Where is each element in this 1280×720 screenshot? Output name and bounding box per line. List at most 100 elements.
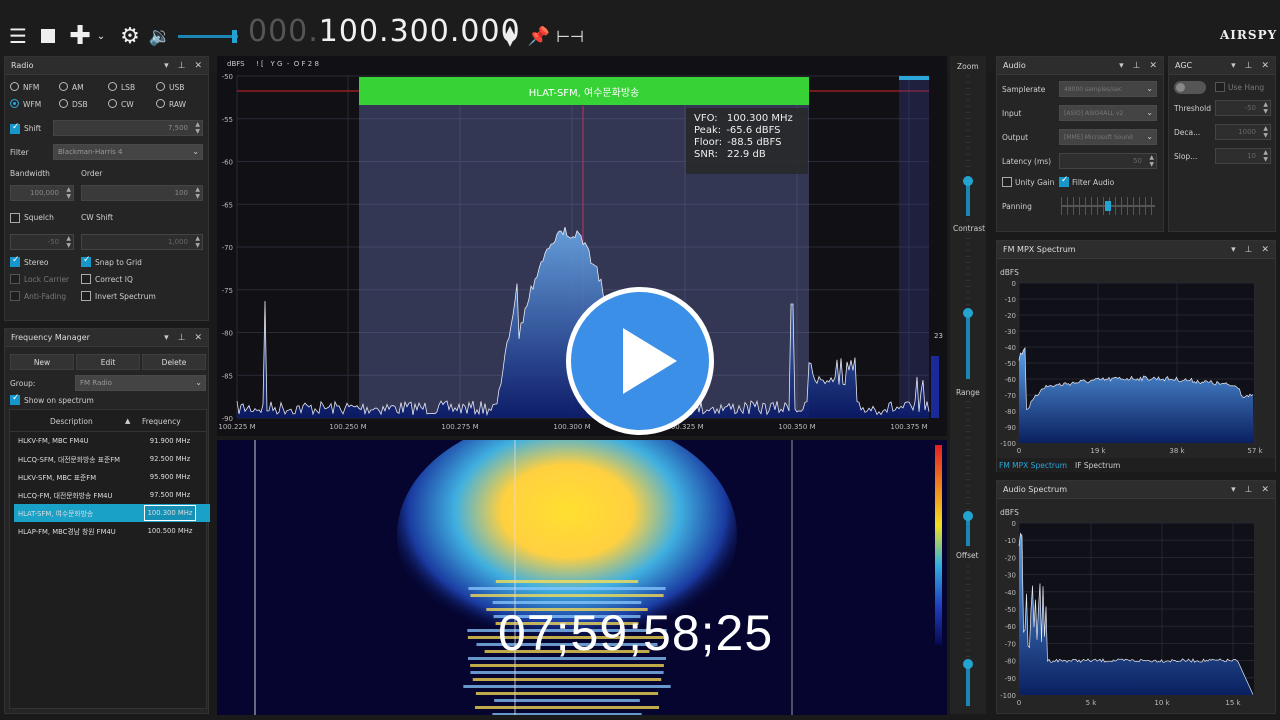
unity-gain-checkbox[interactable] — [1002, 177, 1012, 187]
spin-arrows-icon[interactable]: ▲ ▼ — [195, 235, 200, 249]
delete-button[interactable]: Delete — [142, 354, 206, 370]
lock-carrier-checkbox[interactable] — [10, 274, 20, 284]
snap-to-grid-checkbox[interactable] — [81, 255, 91, 267]
close-icon[interactable]: ✕ — [1149, 61, 1157, 71]
frequency-list-header: Description ▲ Frequency — [10, 410, 206, 432]
stereo-checkbox[interactable] — [10, 255, 20, 267]
mode-radio-wfm[interactable] — [10, 99, 19, 108]
frequency-list-row[interactable]: HLKV-FM, MBC FM4U 91.900 MHz — [14, 432, 210, 450]
filter-select[interactable]: Blackman-Harris 4 ⌄ — [53, 144, 203, 160]
mode-radio-usb[interactable] — [156, 82, 165, 91]
spin-arrows-icon[interactable]: ▲ ▼ — [1263, 101, 1268, 115]
fm-mpx-plot[interactable]: 0-10-20-30-40-50-60-70-80-90-1000 19 k 38 … — [997, 261, 1275, 457]
frequency-list-row[interactable]: HLCQ-SFM, 대전문화방송 표준FM 92.500 MHz — [14, 450, 210, 468]
span-width-icon[interactable]: ⊢⊣ — [556, 22, 584, 50]
output-select[interactable]: [MME] Microsoft Sound ⌄ — [1059, 129, 1157, 145]
pin-icon[interactable]: ⊥ — [178, 61, 186, 71]
pin-icon[interactable]: ⊥ — [1245, 245, 1253, 255]
correct-iq-checkbox[interactable] — [81, 274, 91, 284]
anti-fading-checkbox[interactable] — [10, 291, 20, 301]
chevron-down-icon[interactable]: ⌄ — [91, 22, 111, 50]
mode-radio-nfm[interactable] — [10, 82, 19, 91]
show-on-spectrum-checkbox[interactable] — [10, 393, 20, 405]
samplerate-select[interactable]: 48000 samples/sec ⌄ — [1059, 81, 1157, 97]
waterfall-view[interactable] — [217, 440, 947, 715]
frequency-list-row[interactable]: HLAP-FM, MBC경남 창원 FM4U 100.500 MHz — [14, 522, 210, 540]
shift-input[interactable]: 7,500 ▲ ▼ — [53, 120, 203, 136]
collapse-icon[interactable]: ▾ — [1231, 245, 1236, 255]
volume-slider-knob[interactable] — [232, 30, 237, 43]
collapse-icon[interactable]: ▾ — [1231, 61, 1236, 71]
spin-arrows-icon[interactable]: ▲ ▼ — [1263, 149, 1268, 163]
close-icon[interactable]: ✕ — [194, 333, 202, 343]
slope-input[interactable]: 10 ▲ ▼ — [1215, 148, 1271, 164]
mode-radio-am[interactable] — [59, 82, 68, 91]
audio-spectrum-plot[interactable]: 0-10-20-30-40-50-60-70-80-90-1000 5 k 10 k… — [997, 501, 1275, 713]
frequency-display[interactable]: 000.100.300.000 — [248, 14, 521, 49]
pin-icon[interactable]: ⊥ — [1245, 61, 1253, 71]
zoom-slider-knob[interactable] — [963, 176, 973, 186]
hamburger-menu-icon[interactable]: ☰ — [4, 22, 32, 50]
contrast-slider-knob[interactable] — [963, 308, 973, 318]
range-slider-knob[interactable] — [963, 511, 973, 521]
pin-icon[interactable]: ⊥ — [1245, 485, 1253, 495]
spin-arrows-icon[interactable]: ▲ ▼ — [66, 235, 71, 249]
invert-spectrum-checkbox[interactable] — [81, 291, 91, 301]
add-icon[interactable]: ✚ — [66, 21, 94, 51]
station-label-bar[interactable]: HLAT-SFM, 여수문화방송 — [359, 77, 809, 105]
panning-slider-knob[interactable] — [1105, 201, 1111, 211]
squelch-input[interactable]: -50 ▲ ▼ — [10, 234, 74, 250]
group-select[interactable]: FM Radio ⌄ — [75, 375, 206, 391]
shift-checkbox[interactable] — [10, 122, 20, 134]
tab-if-spectrum[interactable]: IF Spectrum — [1075, 461, 1120, 470]
volume-slider[interactable] — [178, 30, 238, 43]
gear-icon[interactable]: ⚙ — [116, 22, 144, 50]
pin-icon[interactable]: 📌 — [525, 22, 553, 50]
offset-slider-knob[interactable] — [963, 659, 973, 669]
mode-radio-raw[interactable] — [156, 99, 165, 108]
squelch-checkbox[interactable] — [10, 213, 20, 223]
speaker-icon[interactable]: 🔉 — [146, 22, 174, 50]
column-description[interactable]: Description — [50, 417, 93, 426]
spin-arrows-icon[interactable]: ▲ ▼ — [66, 186, 71, 200]
close-icon[interactable]: ✕ — [1261, 485, 1269, 495]
use-hang-checkbox[interactable] — [1215, 82, 1225, 92]
sort-ascending-icon[interactable]: ▲ — [125, 417, 130, 425]
collapse-icon[interactable]: ▾ — [164, 61, 169, 71]
close-icon[interactable]: ✕ — [1261, 61, 1269, 71]
pin-icon[interactable]: ⊥ — [178, 333, 186, 343]
mode-radio-dsb[interactable] — [59, 99, 68, 108]
pin-icon[interactable]: ⊥ — [1133, 61, 1141, 71]
collapse-icon[interactable]: ▾ — [1119, 61, 1124, 71]
column-frequency[interactable]: Frequency — [142, 417, 181, 426]
agc-toggle[interactable] — [1174, 81, 1206, 94]
spin-arrows-icon[interactable]: ▲ ▼ — [1263, 125, 1268, 139]
new-button[interactable]: New — [10, 354, 74, 370]
close-icon[interactable]: ✕ — [194, 61, 202, 71]
collapse-icon[interactable]: ▾ — [1231, 485, 1236, 495]
spin-arrows-icon[interactable]: ▲ ▼ — [195, 121, 200, 135]
input-select[interactable]: [ASIO] ASIO4ALL v2 ⌄ — [1059, 105, 1157, 121]
filter-audio-checkbox[interactable] — [1059, 175, 1069, 187]
threshold-input[interactable]: -50 ▲ ▼ — [1215, 100, 1271, 116]
frequency-list-row[interactable]: HLKV-SFM, MBC 표준FM 95.900 MHz — [14, 468, 210, 486]
collapse-icon[interactable]: ▾ — [164, 333, 169, 343]
panning-slider[interactable] — [1061, 197, 1155, 215]
bandwidth-input[interactable]: 100,000 ▲ ▼ — [10, 185, 74, 201]
spin-arrows-icon[interactable]: ▲ ▼ — [1149, 154, 1154, 168]
spin-arrows-icon[interactable]: ▲ ▼ — [195, 186, 200, 200]
decay-input[interactable]: 1000 ▲ ▼ — [1215, 124, 1271, 140]
latency-input[interactable]: 50 ▲ ▼ — [1059, 153, 1157, 169]
play-button[interactable] — [566, 287, 714, 435]
frequency-list-row[interactable]: HLAT-SFM, 여수문화방송 100.300 MHz — [14, 504, 210, 522]
edit-button[interactable]: Edit — [76, 354, 140, 370]
mode-radio-lsb[interactable] — [108, 82, 117, 91]
stop-icon[interactable] — [34, 22, 62, 50]
tab-fm-mpx-spectrum[interactable]: FM MPX Spectrum — [999, 461, 1067, 470]
mode-radio-cw[interactable] — [108, 99, 117, 108]
tuning-step-updown-icon[interactable]: ▲ ▼ — [496, 22, 524, 50]
close-icon[interactable]: ✕ — [1261, 245, 1269, 255]
cw-shift-input[interactable]: 1,000 ▲ ▼ — [81, 234, 203, 250]
order-input[interactable]: 100 ▲ ▼ — [81, 185, 203, 201]
frequency-list-row[interactable]: HLCQ-FM, 대전문화방송 FM4U 97.500 MHz — [14, 486, 210, 504]
